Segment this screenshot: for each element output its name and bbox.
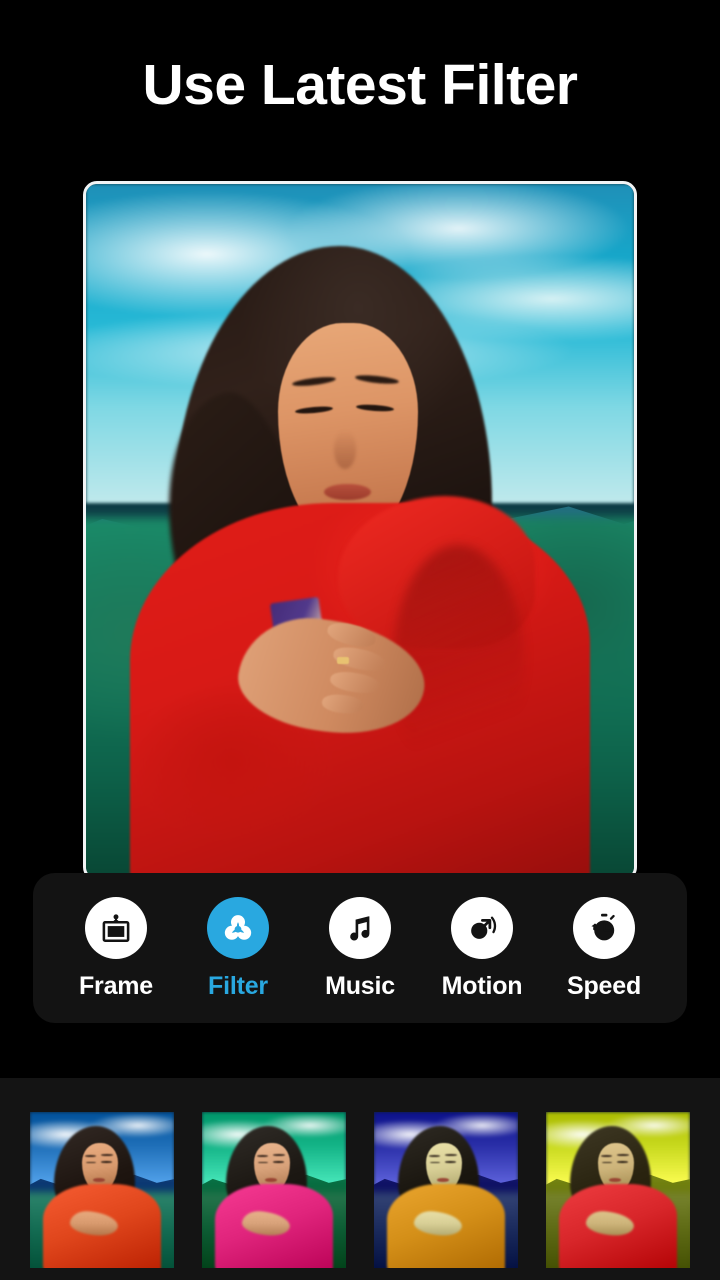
thumb-subject-eye-right [617,1161,628,1163]
stopwatch-icon[interactable] [573,896,635,959]
toolbar-item-filter[interactable]: Filter [185,896,291,1000]
filter-thumbnail-2[interactable] [202,1112,346,1268]
filter-thumbnail-image [546,1112,690,1268]
picture-frame-icon[interactable] [85,896,147,959]
filter-thumbnail-image [374,1112,518,1268]
thumb-subject-eyebrow-left [256,1154,269,1157]
filter-thumbnail-3[interactable] [374,1112,518,1268]
photo-preview-card[interactable] [83,181,637,881]
thumb-subject-eye-right [445,1161,456,1163]
toolbar-item-motion[interactable]: Motion [429,896,535,1000]
page-title: Use Latest Filter [142,53,578,117]
app-screen: Use Latest Filter Frame Filter Music Mot… [0,0,720,1280]
toolbar-item-label: Motion [441,971,523,1000]
filter-thumbnail-4[interactable] [546,1112,690,1268]
toolbar-item-label: Music [325,971,395,1000]
motion-arrow-icon[interactable] [451,896,513,959]
photo-subject-nose [333,430,356,469]
filter-thumbnail-image [202,1112,346,1268]
thumb-subject-eyebrow-left [600,1154,613,1157]
toolbar-item-frame[interactable]: Frame [63,896,169,1000]
toolbar-item-music[interactable]: Music [307,896,413,1000]
color-filter-icon[interactable] [207,896,269,959]
photo-subject-ring [336,656,350,665]
thumb-subject-eyebrow-left [428,1154,441,1157]
editing-toolbar: Frame Filter Music Motion Speed [33,873,687,1023]
thumb-subject-eye-right [273,1161,284,1163]
toolbar-item-label: Frame [78,971,154,1000]
thumb-subject-eye-right [101,1161,112,1163]
photo-image [86,184,634,878]
filter-thumbnail-1[interactable] [30,1112,174,1268]
toolbar-item-label: Filter [208,971,268,1000]
thumb-subject-eyebrow-left [84,1154,97,1157]
filter-thumbnail-image [30,1112,174,1268]
toolbar-item-label: Speed [566,971,642,1000]
music-note-icon[interactable] [329,896,391,959]
filter-thumbnail-strip[interactable] [0,1078,720,1280]
toolbar-item-speed[interactable]: Speed [551,896,657,1000]
